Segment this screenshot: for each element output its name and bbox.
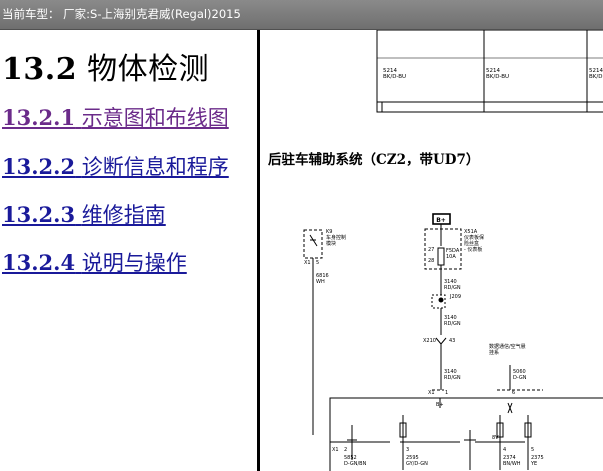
pin-label: 4 [503,447,506,453]
wire-color: D-GN/BN [344,461,367,467]
link-label: 诊断信息和程序 [81,155,229,179]
connector-label: X1 [428,390,435,396]
x51a-desc: 仪表板保 [464,234,484,241]
fuse-amp: 10A [446,254,456,260]
sensor-ground-2 [464,430,476,470]
fuse-f5da [437,247,445,266]
connector-label: X1 [332,447,339,453]
data-comm-label: 挂系 [489,349,499,356]
link-schematic-wiring[interactable]: 13.2.1 示意图和布线图 [2,102,229,132]
wire-color: YE [530,461,537,467]
pin-label: 1 [445,390,448,396]
wire-color: RD/GN [444,375,461,381]
section-title: 物体检测 [87,52,210,87]
link-number: 13.2.2 [2,154,76,179]
link-label: 示意图和布线图 [81,106,229,130]
pin-label: 6 [512,390,515,396]
k9-desc: 模块 [326,240,336,247]
wire-color: RD/GN [444,285,461,291]
data-comm-label: 数据通信/空气悬 [489,343,526,350]
wire-color: D-GN [513,375,527,381]
connector-x210 [435,337,447,345]
link-repair-guide[interactable]: 13.2.3 维修指南 [2,199,166,229]
connector-label: X210 [423,338,436,344]
k9-desc: 车身控制 [326,234,346,241]
title-bar: 当前车型： 厂家:S-上海别克君威(Regal)2015 [0,0,603,30]
b-plus-label: B+ [436,217,446,224]
wiring-diagram-main: B+ X51A 仪表板保 险丝盒 - 仪表板 27 28 F5DA 10A K9… [303,213,603,471]
wire-color: GY/D-GN [406,461,428,467]
splice-j209 [431,294,446,309]
pin-label: 5 [316,260,319,266]
wire-color: RD/GN [444,321,461,327]
link-number: 13.2.3 [2,202,76,227]
diagram-panel: 5214 BK/D-BU 5214 BK/D-BU 5214 BK/D 后驻车辅… [260,30,603,471]
link-number: 13.2.4 [2,250,76,275]
link-description-operation[interactable]: 13.2.4 说明与操作 [2,247,187,277]
pin-label: 2 [344,447,347,453]
link-diagnostic-info[interactable]: 13.2.2 诊断信息和程序 [2,151,229,181]
bcm-k9 [303,229,323,259]
wire-color: BN/WH [503,461,521,467]
vehicle-model-label: 当前车型： 厂家:S-上海别克君威(Regal)2015 [2,7,241,21]
section-number: 13.2 [2,52,78,87]
link-label: 维修指南 [81,203,166,227]
module-bplus: B+ [436,402,444,408]
pin-label: 5 [531,447,534,453]
voltage-label: 8V [492,435,499,441]
link-number: 13.2.1 [2,105,76,130]
splice-label: J209 [449,294,461,300]
pin-label: 3 [406,447,409,453]
connector-label: X1 [304,260,311,266]
x51a-desc: 险丝盒 [464,240,479,247]
toc-panel: 13.2 物体检测 13.2.1 示意图和布线图 13.2.2 诊断信息和程序 … [0,30,257,471]
section-heading: 13.2 物体检测 [2,44,209,88]
pin-label: 28 [428,258,434,264]
wire-color: WH [316,279,325,285]
parking-assist-module [329,397,603,471]
pin-label: 43 [449,338,455,344]
pin-label: 27 [428,247,434,253]
link-label: 说明与操作 [81,251,187,275]
x51a-desc: - 仪表板 [464,246,482,253]
